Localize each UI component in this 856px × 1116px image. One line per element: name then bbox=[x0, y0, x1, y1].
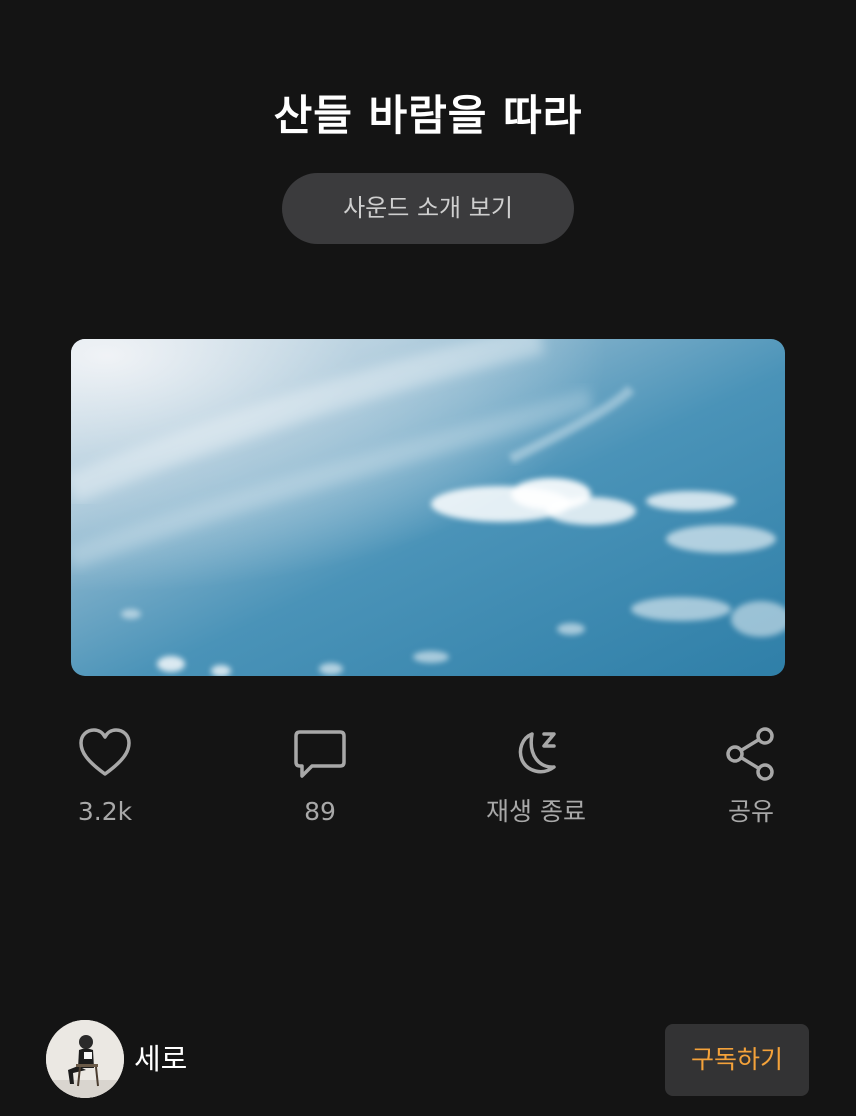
cover-image bbox=[71, 339, 785, 676]
avatar[interactable] bbox=[46, 1020, 124, 1098]
channel-name[interactable]: 세로 bbox=[134, 1040, 187, 1078]
comment-icon bbox=[290, 724, 350, 784]
share-icon bbox=[721, 724, 781, 784]
sky-clouds-image bbox=[71, 339, 785, 676]
sound-intro-button[interactable]: 사운드 소개 보기 bbox=[282, 173, 574, 244]
sleep-timer-icon bbox=[506, 724, 566, 784]
like-count: 3.2k bbox=[77, 797, 133, 826]
sleep-timer-button[interactable]: 재생 종료 bbox=[466, 724, 606, 828]
like-button[interactable]: 3.2k bbox=[35, 724, 175, 828]
heart-icon bbox=[75, 724, 135, 784]
comment-count: 89 bbox=[304, 797, 336, 826]
subscribe-button[interactable]: 구독하기 bbox=[665, 1024, 809, 1096]
share-label: 공유 bbox=[727, 797, 774, 826]
page-title: 산들 바람을 따라 bbox=[273, 91, 583, 140]
share-button[interactable]: 공유 bbox=[681, 724, 821, 828]
sleep-timer-label: 재생 종료 bbox=[486, 797, 586, 826]
comment-button[interactable]: 89 bbox=[250, 724, 390, 828]
person-sitting-avatar bbox=[46, 1020, 124, 1098]
action-bar: 3.2k 89 재생 종료 공유 bbox=[0, 724, 856, 844]
